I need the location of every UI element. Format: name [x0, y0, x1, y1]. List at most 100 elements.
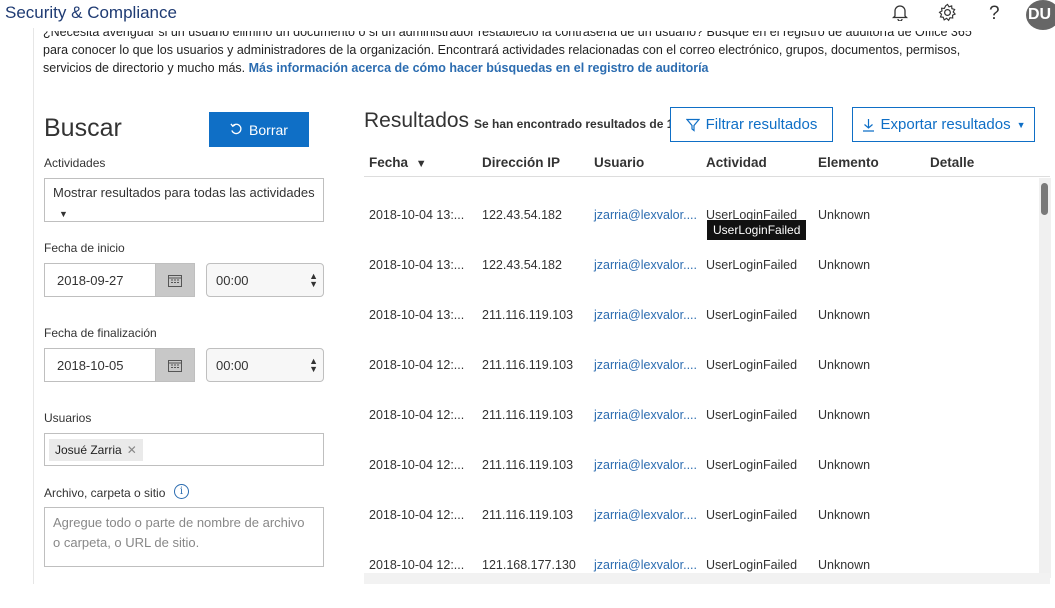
gear-icon[interactable]: [938, 3, 957, 27]
start-time-select[interactable]: 00:00 ▲ ▼: [206, 263, 324, 297]
sort-desc-icon: ▼: [415, 158, 427, 170]
bell-icon[interactable]: [891, 3, 909, 26]
top-bar: Security & Compliance ? DU: [0, 0, 1055, 30]
cell-actividad: UserLoginFailed: [706, 558, 798, 572]
search-title: Buscar: [44, 114, 122, 142]
table-row[interactable]: 2018-10-04 12:... 211.116.119.103 jzarria@…: [364, 408, 1044, 458]
activities-label: Actividades: [44, 156, 106, 170]
activities-select[interactable]: Mostrar resultados para todas las activi…: [44, 178, 324, 222]
filter-icon: [685, 118, 700, 132]
cell-usuario[interactable]: jzarria@lexvalor....: [594, 358, 697, 372]
cell-elemento: Unknown: [818, 508, 871, 522]
cell-usuario[interactable]: jzarria@lexvalor....: [594, 408, 697, 422]
cell-elemento: Unknown: [818, 308, 871, 322]
caret-down-icon: ▼: [59, 209, 68, 219]
cell-usuario[interactable]: jzarria@lexvalor....: [594, 208, 697, 222]
cell-fecha: 2018-10-04 13:...: [369, 258, 465, 272]
cell-usuario[interactable]: jzarria@lexvalor....: [594, 258, 697, 272]
start-date-label: Fecha de inicio: [44, 241, 125, 255]
end-time-select[interactable]: 00:00 ▲ ▼: [206, 348, 324, 382]
end-date-label: Fecha de finalización: [44, 326, 157, 340]
col-elemento[interactable]: Elemento: [818, 155, 879, 170]
scrollbar-track[interactable]: [1039, 178, 1051, 578]
cell-fecha: 2018-10-04 12:...: [369, 358, 465, 372]
cell-usuario[interactable]: jzarria@lexvalor....: [594, 308, 697, 322]
remove-icon[interactable]: ✕: [127, 443, 137, 457]
cell-actividad: UserLoginFailed: [706, 258, 798, 272]
cell-ip: 121.168.177.130: [482, 558, 576, 572]
cell-actividad: UserLoginFailed: [706, 308, 798, 322]
cell-elemento: Unknown: [818, 208, 871, 222]
col-fecha[interactable]: Fecha ▼: [369, 155, 427, 170]
cell-actividad: UserLoginFailed: [706, 408, 798, 422]
cell-ip: 211.116.119.103: [482, 308, 574, 322]
intro-text: ¿Necesita averiguar si un usuario elimin…: [43, 31, 1053, 77]
file-label: Archivo, carpeta o sitio: [44, 486, 166, 500]
refresh-icon: [230, 123, 242, 135]
table-row[interactable]: 2018-10-04 12:... 211.116.119.103 jzarria@…: [364, 358, 1044, 408]
cell-ip: 211.116.119.103: [482, 408, 574, 422]
cell-fecha: 2018-10-04 13:...: [369, 308, 465, 322]
cell-usuario[interactable]: jzarria@lexvalor....: [594, 458, 697, 472]
help-icon[interactable]: ?: [989, 3, 1000, 25]
users-label: Usuarios: [44, 411, 92, 425]
cell-fecha: 2018-10-04 12:...: [369, 558, 465, 572]
file-input[interactable]: Agregue todo o parte de nombre de archiv…: [44, 507, 324, 567]
download-icon: [862, 118, 874, 132]
table-row[interactable]: 2018-10-04 13:... 122.43.54.182 jzarria@le…: [364, 258, 1044, 308]
info-icon[interactable]: i: [174, 484, 189, 499]
scrollbar-thumb[interactable]: [1041, 183, 1048, 215]
tooltip: UserLoginFailed: [707, 220, 807, 240]
intro-clipped-line: ¿Necesita averiguar si un usuario elimin…: [43, 31, 972, 39]
table-row[interactable]: 2018-10-04 13:... 122.43.54.182 jzarria@le…: [364, 208, 1044, 258]
users-input[interactable]: Josué Zarria ✕: [44, 433, 324, 466]
avatar[interactable]: DU: [1026, 0, 1055, 30]
cell-actividad: UserLoginFailed: [706, 358, 798, 372]
clear-button[interactable]: Borrar: [209, 112, 309, 147]
cell-usuario[interactable]: jzarria@lexvalor....: [594, 508, 697, 522]
cell-ip: 211.116.119.103: [482, 508, 574, 522]
cell-actividad: UserLoginFailed: [706, 508, 798, 522]
cell-fecha: 2018-10-04 12:...: [369, 508, 465, 522]
audit-log-page: ¿Necesita averiguar si un usuario elimin…: [33, 28, 1055, 584]
table-row[interactable]: 2018-10-04 12:... 211.116.119.103 jzarria@…: [364, 508, 1044, 558]
start-date-input[interactable]: 2018-09-27: [44, 263, 156, 297]
results-title: Resultados: [364, 109, 470, 132]
cell-elemento: Unknown: [818, 558, 871, 572]
cell-actividad: UserLoginFailed: [706, 458, 798, 472]
end-date-input[interactable]: 2018-10-05: [44, 348, 156, 382]
intro-line-3: servicios de directorio y mucho más. Más…: [43, 61, 709, 75]
col-actividad[interactable]: Actividad: [706, 155, 767, 170]
user-chip: Josué Zarria ✕: [49, 439, 143, 461]
cell-fecha: 2018-10-04 13:...: [369, 208, 465, 222]
app-title: Security & Compliance: [5, 3, 177, 22]
col-ip[interactable]: Dirección IP: [482, 155, 560, 170]
header-divider: [364, 176, 1050, 177]
cell-elemento: Unknown: [818, 458, 871, 472]
cell-ip: 122.43.54.182: [482, 258, 562, 272]
cell-elemento: Unknown: [818, 358, 871, 372]
cell-ip: 211.116.119.103: [482, 358, 574, 372]
col-detalle[interactable]: Detalle: [930, 155, 974, 170]
filter-results-button[interactable]: Filtrar resultados: [670, 107, 833, 142]
cell-elemento: Unknown: [818, 258, 871, 272]
cell-fecha: 2018-10-04 12:...: [369, 458, 465, 472]
intro-line-2: para conocer lo que los usuarios y admin…: [43, 43, 961, 57]
cell-fecha: 2018-10-04 12:...: [369, 408, 465, 422]
horizontal-scroll-area: [364, 573, 1050, 584]
cell-ip: 211.116.119.103: [482, 458, 574, 472]
export-results-button[interactable]: Exportar resultados ▼: [852, 107, 1035, 142]
caret-down-icon: ▼: [1016, 119, 1026, 130]
col-usuario[interactable]: Usuario: [594, 155, 644, 170]
cell-elemento: Unknown: [818, 408, 871, 422]
cell-ip: 122.43.54.182: [482, 208, 562, 222]
learn-more-link[interactable]: Más información acerca de cómo hacer bús…: [249, 61, 709, 75]
calendar-icon[interactable]: [155, 263, 195, 297]
spinner-icon: ▲ ▼: [309, 356, 318, 374]
spinner-icon: ▲ ▼: [309, 271, 318, 289]
table-row[interactable]: 2018-10-04 12:... 211.116.119.103 jzarria@…: [364, 458, 1044, 508]
table-row[interactable]: 2018-10-04 13:... 211.116.119.103 jzarria@…: [364, 308, 1044, 358]
results-count: Se han encontrado resultados de 150: [474, 117, 687, 131]
cell-usuario[interactable]: jzarria@lexvalor....: [594, 558, 697, 572]
calendar-icon[interactable]: [155, 348, 195, 382]
